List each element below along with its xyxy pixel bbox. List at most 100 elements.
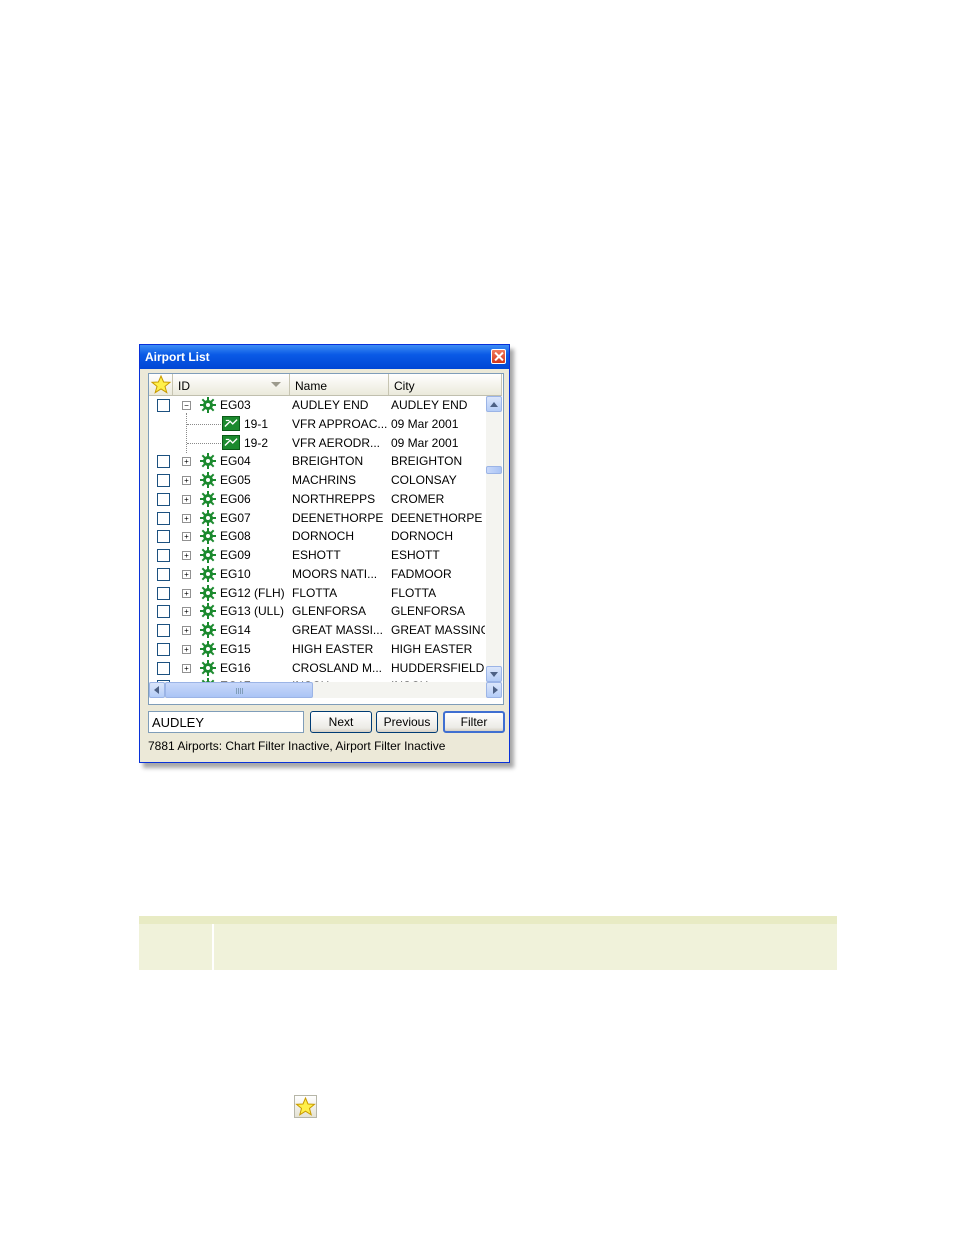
row-checkbox[interactable] [157,586,170,600]
next-button[interactable]: Next [310,711,372,733]
column-header-name[interactable]: Name [290,374,389,395]
gear-icon [200,584,216,601]
airport-name: ESHOTT [292,548,341,562]
gear-icon [200,659,216,676]
list-header: ID Name City [149,374,502,396]
gear-icon [200,397,216,413]
chart-date: 09 Mar 2001 [391,416,459,431]
expand-icon[interactable]: + [182,588,191,598]
airport-city: COLONSAY [391,473,457,487]
horizontal-scroll-thumb[interactable] [165,682,313,698]
expand-icon[interactable]: + [182,532,191,542]
tree-connector [187,423,221,425]
airport-name: HIGH EASTER [292,641,374,656]
scroll-up-button[interactable] [486,396,502,412]
favorites-column-header[interactable] [149,374,173,395]
chevron-up-icon [490,402,498,407]
airport-row[interactable]: + EG15 HIGH EASTER HIGH EASTER [149,640,486,659]
airport-row[interactable]: + EG14 GREAT MASSI... GREAT MASSING [149,621,486,640]
airport-id: EG04 [220,454,251,469]
gear-icon [200,622,216,638]
gear-icon [200,640,216,657]
airport-name: MACHRINS [292,473,357,487]
scroll-left-button[interactable] [149,682,165,698]
airport-row[interactable]: + EG10 MOORS NATI... FADMOOR [149,565,486,584]
scroll-right-button[interactable] [486,682,502,698]
tree-connector [187,442,221,444]
window-title: Airport List [145,350,210,364]
expand-icon[interactable]: + [182,607,191,617]
row-checkbox[interactable] [157,549,170,562]
airport-row[interactable]: + EG12 (FLH) FLOTTA FLOTTA [149,584,486,603]
row-checkbox[interactable] [157,399,170,412]
expand-icon[interactable]: + [182,569,191,579]
search-input[interactable] [148,711,304,733]
sort-descending-icon [271,382,281,387]
expand-icon[interactable]: + [182,513,191,523]
star-icon [295,1096,316,1116]
airport-name: MOORS NATI... [292,566,378,581]
airport-row[interactable]: + EG08 DORNOCH DORNOCH [149,527,486,546]
close-icon[interactable] [491,349,506,364]
gear-icon [200,565,216,582]
chart-name: VFR AERODR... [292,435,381,450]
airport-name: FLOTTA [292,585,338,600]
column-header-city[interactable]: City [389,374,502,395]
airport-row[interactable]: + EG16 CROSLAND M... HUDDERSFIELD [149,659,486,678]
chevron-right-icon [493,686,498,694]
airport-name: GREAT MASSI... [292,623,383,637]
collapse-icon[interactable]: − [182,401,191,410]
row-checkbox[interactable] [157,530,170,544]
expand-icon[interactable]: + [182,663,191,673]
row-checkbox[interactable] [157,605,170,619]
chart-row[interactable]: 19-2 VFR AERODR... 09 Mar 2001 [149,434,486,453]
scroll-down-button[interactable] [486,666,502,682]
gear-icon [200,472,216,488]
horizontal-scrollbar[interactable] [149,682,502,698]
airport-city: GREAT MASSING [391,623,485,637]
expand-icon[interactable]: + [182,457,191,467]
row-checkbox[interactable] [157,492,170,506]
row-checkbox[interactable] [157,661,170,675]
note-band [139,916,837,970]
chart-icon [222,434,240,450]
row-checkbox[interactable] [157,642,170,656]
airport-row[interactable]: + EG07 DEENETHORPE DEENETHORPE [149,509,486,528]
airport-id: EG03 [220,398,251,412]
expand-icon[interactable]: + [182,494,191,504]
airport-id: EG16 [220,660,251,675]
airport-name: DORNOCH [292,529,354,544]
expand-icon[interactable]: + [182,551,191,560]
airport-row[interactable]: + EG13 (ULL) GLENFORSA GLENFORSA [149,602,486,621]
expand-icon[interactable]: + [182,626,191,635]
airport-name: DEENETHORPE [292,510,384,525]
filter-button[interactable]: Filter [443,711,505,733]
column-header-id[interactable]: ID [173,374,290,395]
vertical-scroll-thumb[interactable] [486,466,502,474]
airport-row[interactable]: + EG06 NORTHREPPS CROMER [149,490,486,509]
previous-button[interactable]: Previous [376,711,438,733]
airport-row[interactable]: + EG04 BREIGHTON BREIGHTON [149,452,486,471]
gear-icon [200,453,216,470]
airport-city: AUDLEY END [391,398,468,412]
airport-name: BREIGHTON [292,454,364,469]
vertical-scrollbar[interactable] [486,396,502,682]
row-checkbox[interactable] [157,455,170,469]
airport-row[interactable]: + EG09 ESHOTT ESHOTT [149,546,486,565]
expand-icon[interactable]: + [182,644,191,654]
row-checkbox[interactable] [157,624,170,637]
expand-icon[interactable]: + [182,476,191,485]
airport-row[interactable]: − EG03 AUDLEY END AUDLEY END [149,396,486,415]
column-header-id-label: ID [178,379,190,393]
row-checkbox[interactable] [157,474,170,487]
status-text: 7881 Airports: Chart Filter Inactive, Ai… [148,739,446,753]
airport-city: DORNOCH [391,529,453,544]
row-checkbox[interactable] [157,567,170,581]
row-checkbox[interactable] [157,511,170,525]
chart-name: VFR APPROAC... [292,416,388,431]
chart-row[interactable]: 19-1 VFR APPROAC... 09 Mar 2001 [149,415,486,434]
chevron-down-icon [490,672,498,677]
title-bar[interactable]: Airport List [140,345,509,369]
airport-id: EG15 [220,641,251,656]
airport-row[interactable]: + EG05 MACHRINS COLONSAY [149,471,486,490]
